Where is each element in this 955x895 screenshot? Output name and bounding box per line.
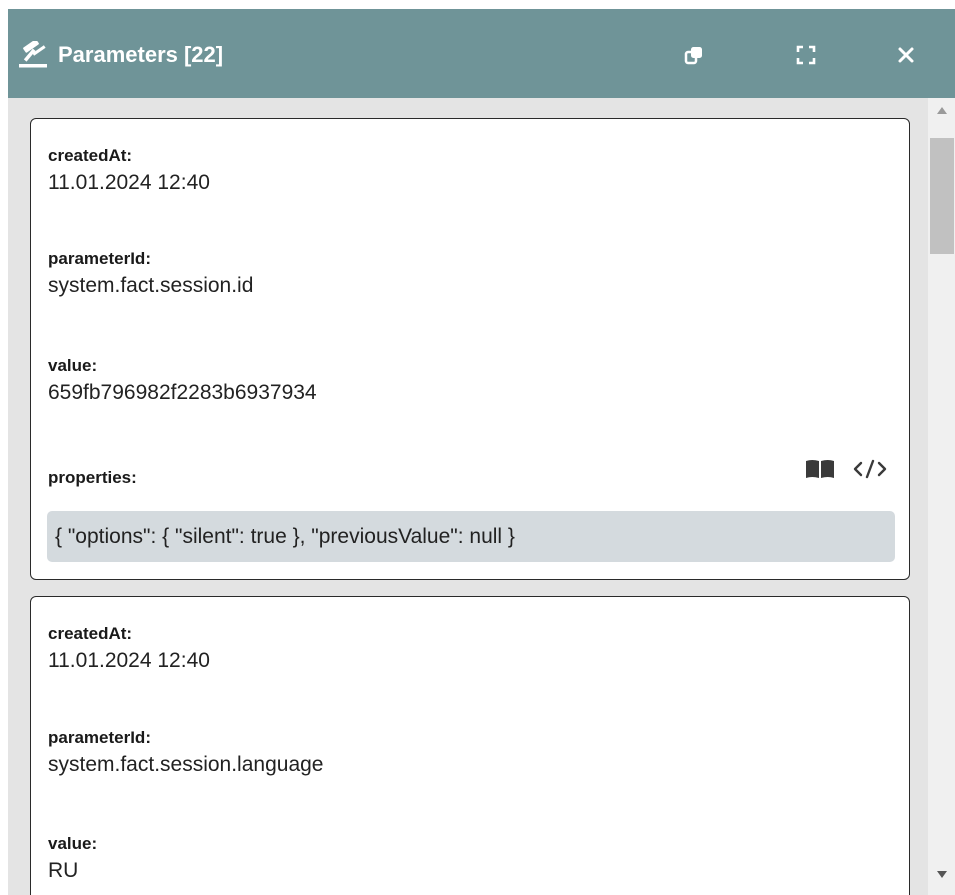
fullscreen-button[interactable] xyxy=(790,39,822,71)
book-icon[interactable] xyxy=(805,459,835,479)
properties-field: properties: xyxy=(48,467,137,489)
created-at-field: createdAt: 11.01.2024 12:40 xyxy=(48,623,210,675)
value-value: RU xyxy=(48,859,79,882)
panel-title-group: Parameters [22] xyxy=(18,39,223,71)
created-at-label: createdAt: xyxy=(48,624,133,643)
properties-view-toggle xyxy=(805,459,887,479)
value-value: 659fb796982f2283b6937934 xyxy=(48,381,317,404)
record-card: createdAt: 11.01.2024 12:40 parameterId:… xyxy=(30,596,910,895)
close-icon xyxy=(897,46,915,64)
fullscreen-icon xyxy=(796,45,816,65)
value-label: value: xyxy=(48,834,98,853)
scroll-down-button[interactable] xyxy=(928,864,955,884)
panel-title: Parameters [22] xyxy=(58,42,224,67)
triangle-up-icon xyxy=(936,101,947,119)
code-icon[interactable] xyxy=(853,459,887,479)
panel-header: Parameters [22] xyxy=(8,9,955,98)
scroll-thumb[interactable] xyxy=(930,138,954,254)
scroll-up-button[interactable] xyxy=(928,100,955,120)
value-label: value: xyxy=(48,356,98,375)
created-at-field: createdAt: 11.01.2024 12:40 xyxy=(48,145,210,197)
parameter-id-label: parameterId: xyxy=(48,249,151,268)
created-at-value: 11.01.2024 12:40 xyxy=(48,171,210,194)
properties-label: properties: xyxy=(48,468,137,487)
copy-icon xyxy=(684,45,704,65)
parameters-panel: Parameters [22] createdAt: 11.01.2024 12… xyxy=(8,9,955,895)
created-at-label: createdAt: xyxy=(48,146,133,165)
copy-button[interactable] xyxy=(678,39,710,71)
parameter-id-value: system.fact.session.id xyxy=(48,274,254,297)
parameter-id-field: parameterId: system.fact.session.languag… xyxy=(48,727,323,779)
record-card: createdAt: 11.01.2024 12:40 parameterId:… xyxy=(30,118,910,580)
value-field: value: RU xyxy=(48,833,97,885)
created-at-value: 11.01.2024 12:40 xyxy=(48,649,210,672)
value-field: value: 659fb796982f2283b6937934 xyxy=(48,355,317,407)
properties-json: { "options": { "silent": true }, "previo… xyxy=(47,511,895,562)
parameter-id-value: system.fact.session.language xyxy=(48,753,324,776)
vertical-scrollbar[interactable] xyxy=(928,98,955,895)
records-list: createdAt: 11.01.2024 12:40 parameterId:… xyxy=(8,98,926,895)
triangle-down-icon xyxy=(936,865,947,883)
parameter-id-label: parameterId: xyxy=(48,728,151,747)
gavel-icon xyxy=(18,41,48,69)
parameter-id-field: parameterId: system.fact.session.id xyxy=(48,248,253,300)
close-button[interactable] xyxy=(890,39,922,71)
